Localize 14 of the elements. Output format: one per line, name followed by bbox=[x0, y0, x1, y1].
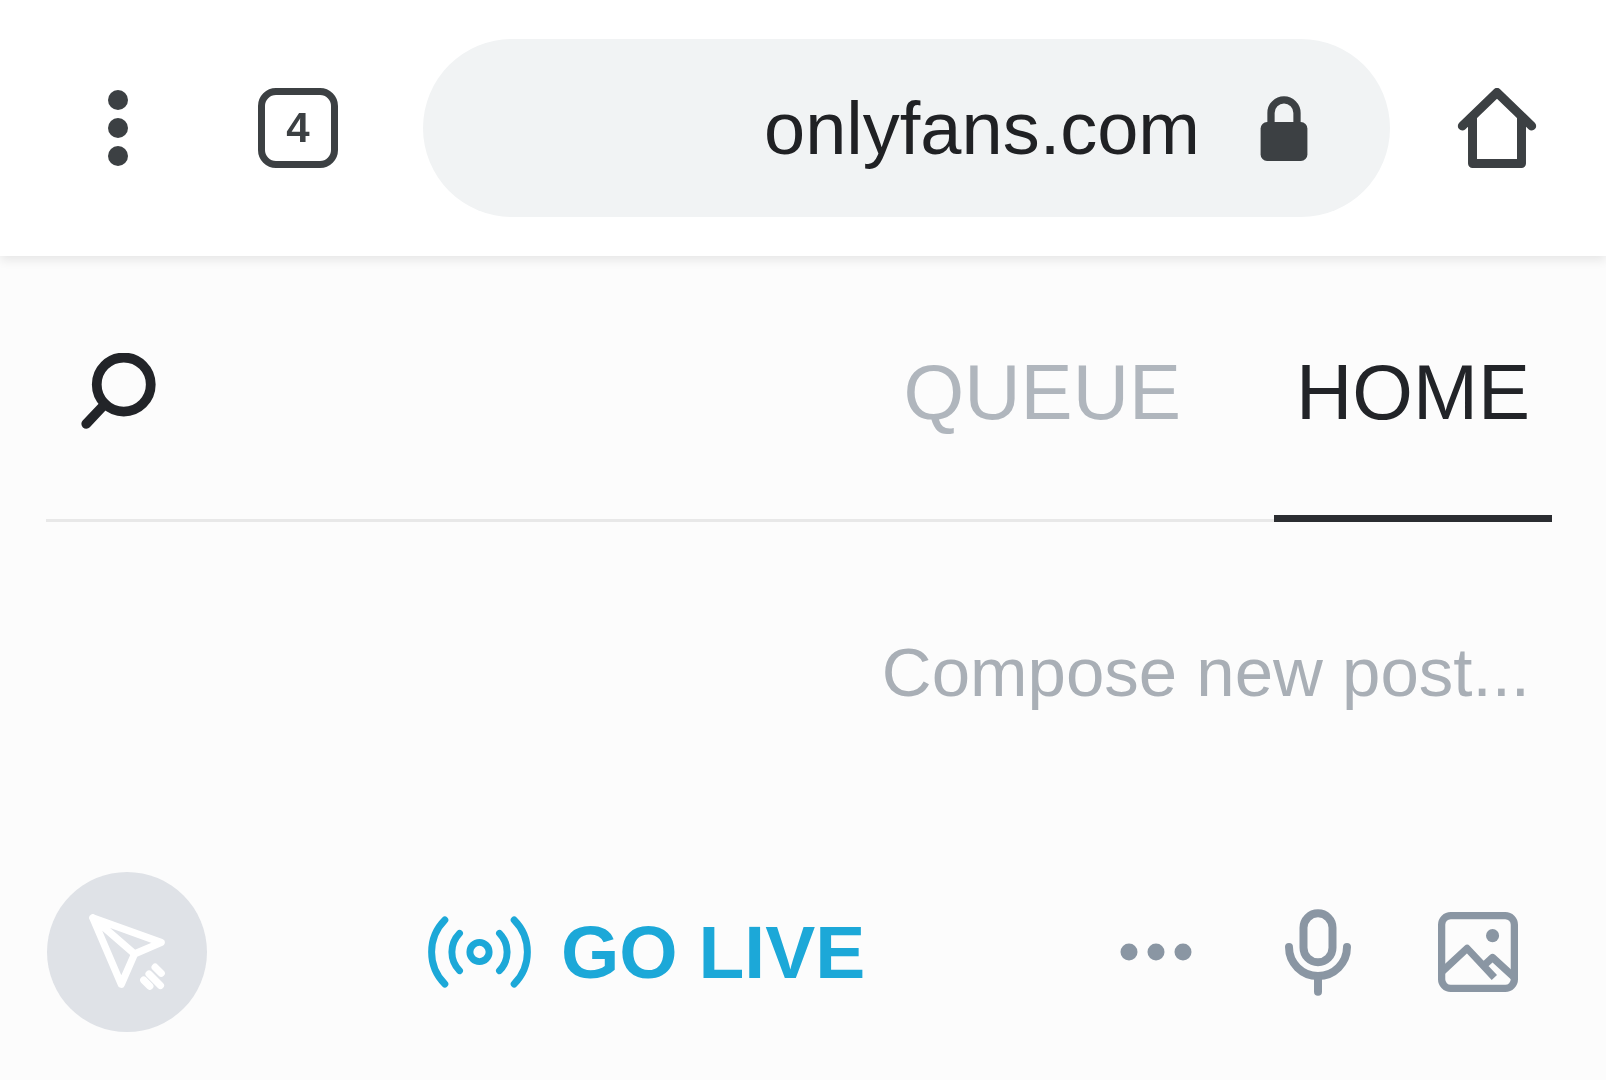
go-live-label: GO LIVE bbox=[561, 909, 866, 995]
address-bar[interactable]: onlyfans.com bbox=[423, 39, 1390, 217]
tab-switcher-button[interactable]: 4 bbox=[258, 88, 338, 168]
home-icon[interactable] bbox=[1457, 88, 1537, 168]
more-icon[interactable] bbox=[1120, 943, 1193, 961]
paper-plane-icon bbox=[89, 914, 165, 990]
url-text: onlyfans.com bbox=[764, 85, 1200, 171]
broadcast-icon bbox=[428, 916, 531, 988]
compose-field[interactable]: Compose new post... bbox=[46, 622, 1552, 722]
tab[interactable]: HOME bbox=[1274, 347, 1552, 522]
lock-icon bbox=[1259, 95, 1309, 161]
menu-icon[interactable] bbox=[108, 90, 128, 166]
image-icon[interactable] bbox=[1438, 912, 1519, 992]
search-icon[interactable] bbox=[81, 353, 159, 431]
